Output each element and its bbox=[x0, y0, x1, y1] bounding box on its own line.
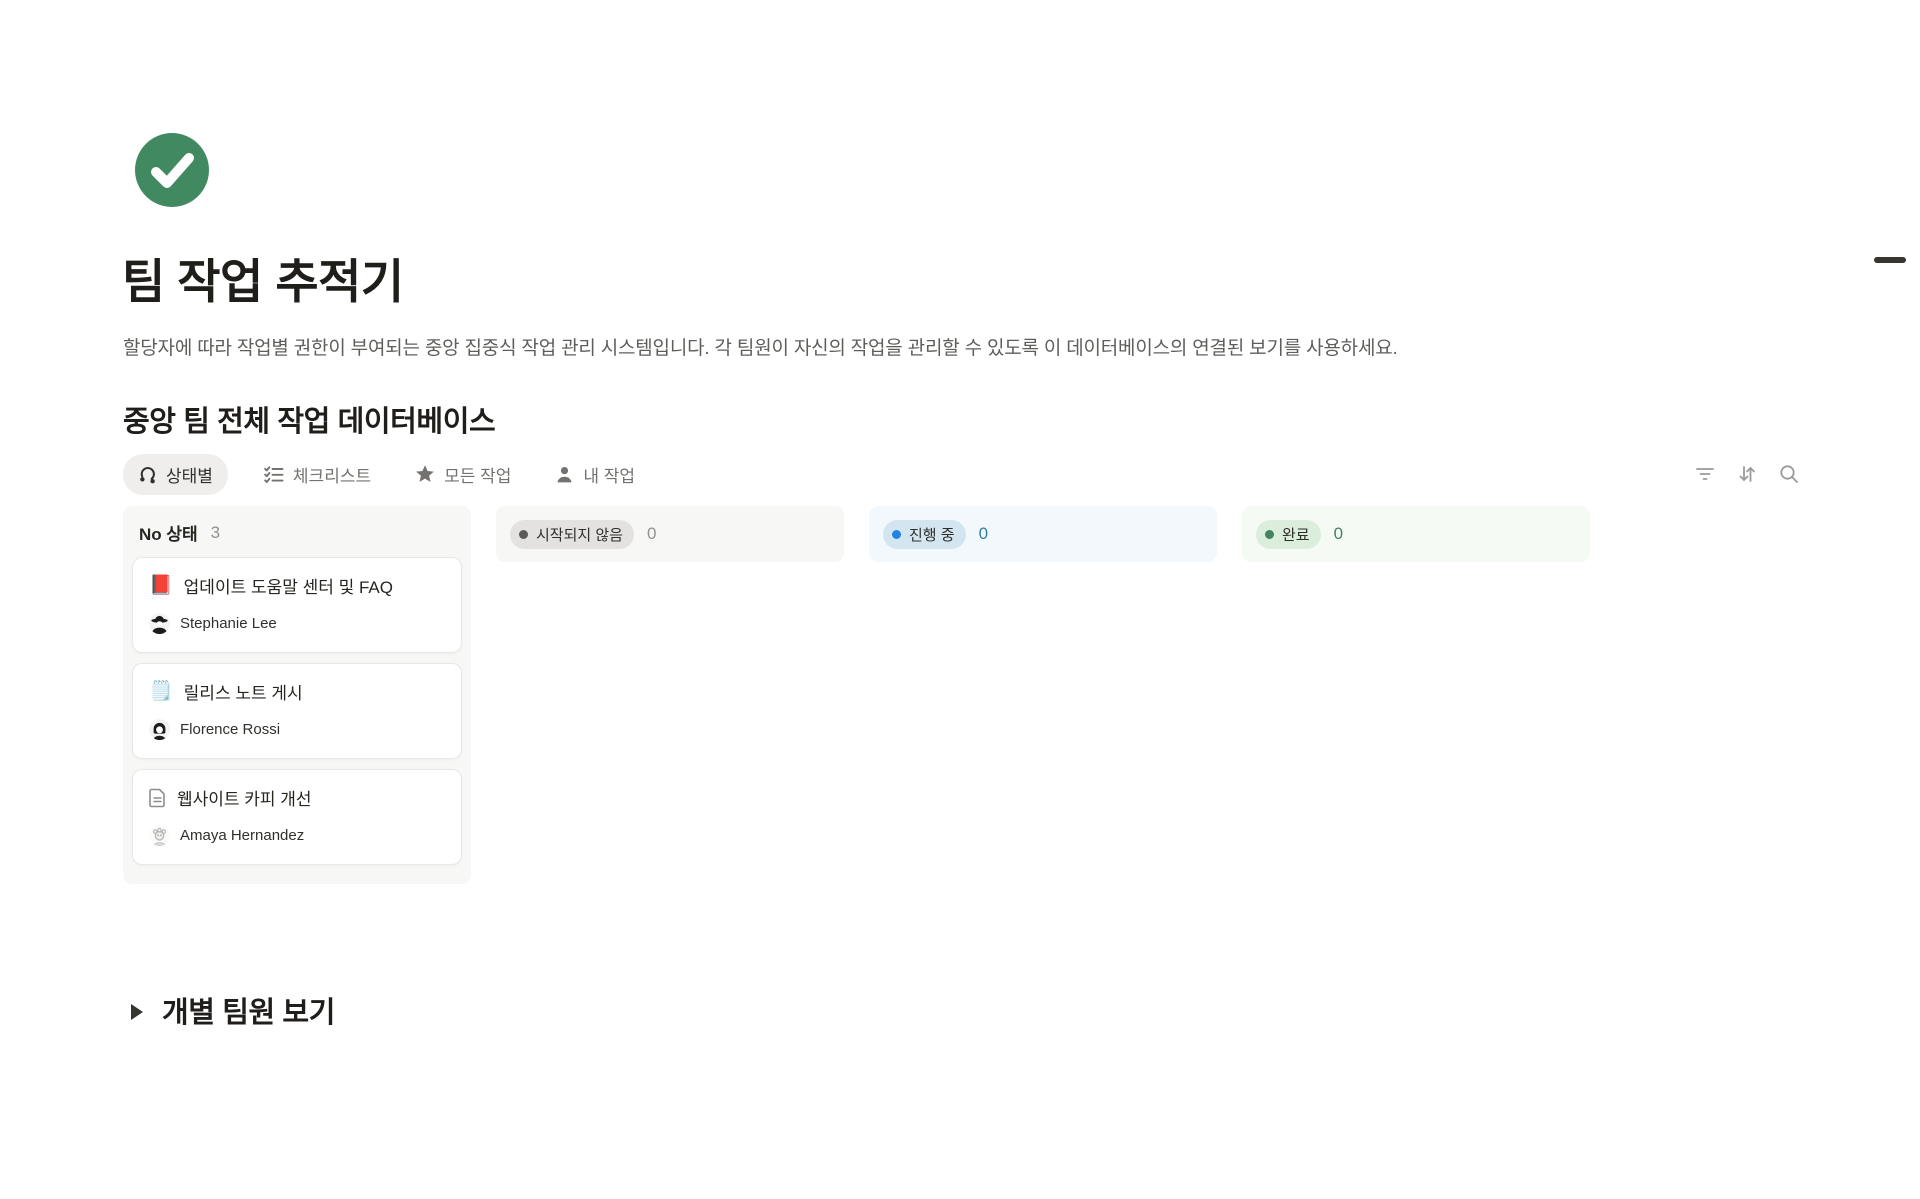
red-book-emoji-icon: 📕 bbox=[149, 576, 173, 595]
tab-all-tasks-view[interactable]: 모든 작업 bbox=[407, 454, 519, 495]
status-pill-done[interactable]: 완료 bbox=[1256, 520, 1321, 549]
column-label[interactable]: No 상태 bbox=[139, 520, 198, 545]
sort-icon[interactable] bbox=[1734, 461, 1760, 487]
notepad-emoji-icon: 🗒️ bbox=[149, 682, 173, 701]
tab-status-view[interactable]: 상태별 bbox=[123, 454, 228, 495]
task-card[interactable]: 웹사이트 카피 개선 bbox=[132, 769, 462, 865]
search-icon[interactable] bbox=[1776, 461, 1802, 487]
assignee-name: Amaya Hernandez bbox=[180, 827, 304, 844]
status-label: 진행 중 bbox=[909, 524, 955, 545]
column-count: 0 bbox=[647, 524, 656, 544]
tab-label: 내 작업 bbox=[583, 462, 635, 487]
minimize-dash-icon[interactable] bbox=[1874, 257, 1906, 263]
status-pill-not-started[interactable]: 시작되지 않음 bbox=[510, 520, 634, 549]
status-pill-in-progress[interactable]: 진행 중 bbox=[883, 520, 966, 549]
board-column-in-progress: 진행 중 0 bbox=[869, 506, 1217, 562]
column-count: 0 bbox=[1334, 524, 1343, 544]
card-title: 웹사이트 카피 개선 bbox=[177, 785, 312, 810]
view-toolbar bbox=[1692, 461, 1802, 487]
check-circle-icon[interactable] bbox=[135, 133, 209, 207]
filter-icon[interactable] bbox=[1692, 461, 1718, 487]
assignee-row: Stephanie Lee bbox=[149, 613, 445, 634]
toggle-triangle-icon bbox=[131, 1004, 143, 1020]
assignee-name: Florence Rossi bbox=[180, 721, 280, 738]
status-label: 시작되지 않음 bbox=[536, 524, 623, 545]
tab-my-tasks-view[interactable]: 내 작업 bbox=[547, 454, 643, 495]
column-header: No 상태 3 bbox=[123, 506, 471, 555]
status-loop-icon bbox=[138, 465, 157, 484]
stephanie-avatar bbox=[149, 613, 170, 634]
page: 팀 작업 추적기 할당자에 따라 작업별 권한이 부여되는 중앙 집중식 작업 … bbox=[0, 0, 1920, 1199]
column-count: 0 bbox=[979, 524, 988, 544]
assignee-row: Florence Rossi bbox=[149, 719, 445, 740]
amaya-avatar bbox=[149, 825, 170, 846]
card-title: 릴리스 노트 게시 bbox=[184, 679, 303, 704]
tab-checklist-view[interactable]: 체크리스트 bbox=[256, 454, 379, 495]
status-dot bbox=[519, 530, 528, 539]
task-card[interactable]: 🗒️ 릴리스 노트 게시 Florence Rossi bbox=[132, 663, 462, 759]
checklist-icon bbox=[264, 465, 284, 484]
database-heading: 중앙 팀 전체 작업 데이터베이스 bbox=[123, 398, 495, 440]
board-column-no-status: No 상태 3 📕 업데이트 도움말 센터 및 FAQ bbox=[123, 506, 471, 884]
florence-avatar bbox=[149, 719, 170, 740]
column-count: 3 bbox=[211, 523, 220, 543]
status-label: 완료 bbox=[1282, 524, 1310, 545]
page-icon bbox=[149, 788, 166, 808]
checkmark-glyph bbox=[135, 133, 209, 207]
kanban-board: No 상태 3 📕 업데이트 도움말 센터 및 FAQ bbox=[123, 506, 1590, 884]
board-column-not-started: 시작되지 않음 0 bbox=[496, 506, 844, 562]
assignee-row: Amaya Hernandez bbox=[149, 825, 445, 846]
tab-label: 모든 작업 bbox=[444, 462, 511, 487]
status-dot bbox=[1265, 530, 1274, 539]
view-tabs: 상태별 체크리스트 모든 작업 bbox=[123, 454, 643, 494]
toggle-label: 개별 팀원 보기 bbox=[162, 989, 335, 1031]
page-title: 팀 작업 추적기 bbox=[122, 243, 404, 312]
person-icon bbox=[555, 465, 574, 484]
status-dot bbox=[892, 530, 901, 539]
page-description: 할당자에 따라 작업별 권한이 부여되는 중앙 집중식 작업 관리 시스템입니다… bbox=[123, 333, 1398, 360]
board-column-done: 완료 0 bbox=[1242, 506, 1590, 562]
tab-label: 상태별 bbox=[166, 462, 213, 487]
toggle-individual-member-views[interactable]: 개별 팀원 보기 bbox=[131, 989, 335, 1031]
card-title: 업데이트 도움말 센터 및 FAQ bbox=[184, 573, 393, 598]
tab-label: 체크리스트 bbox=[293, 462, 371, 487]
task-card[interactable]: 📕 업데이트 도움말 센터 및 FAQ bbox=[132, 557, 462, 653]
star-icon bbox=[415, 464, 435, 484]
card-list: 📕 업데이트 도움말 센터 및 FAQ bbox=[123, 555, 471, 874]
assignee-name: Stephanie Lee bbox=[180, 615, 277, 632]
